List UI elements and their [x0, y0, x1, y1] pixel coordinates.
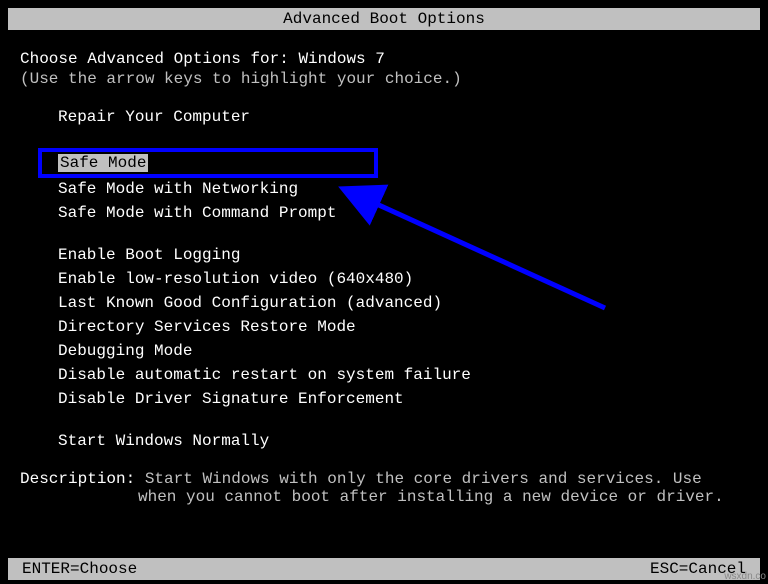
- menu-item-safemode-cmd[interactable]: Safe Mode with Command Prompt: [58, 202, 748, 224]
- menu-item-normal[interactable]: Start Windows Normally: [58, 430, 748, 452]
- boot-menu[interactable]: Repair Your Computer Safe Mode Safe Mode…: [20, 106, 748, 452]
- menu-item-repair[interactable]: Repair Your Computer: [58, 106, 748, 128]
- menu-item-safemode-net[interactable]: Safe Mode with Networking: [58, 178, 748, 200]
- watermark-text: wsxdn.co: [724, 571, 766, 582]
- description-block: Description: Start Windows with only the…: [20, 470, 748, 506]
- menu-item-lowres[interactable]: Enable low-resolution video (640x480): [58, 268, 748, 290]
- description-line2: when you cannot boot after installing a …: [20, 488, 748, 506]
- header-text: Choose Advanced Options for: Windows 7: [20, 50, 748, 68]
- footer-enter: ENTER=Choose: [22, 560, 137, 578]
- description-line1: Start Windows with only the core drivers…: [145, 470, 702, 488]
- footer-bar: ENTER=Choose ESC=Cancel: [8, 558, 760, 580]
- menu-item-noreboot[interactable]: Disable automatic restart on system fail…: [58, 364, 748, 386]
- menu-item-debug[interactable]: Debugging Mode: [58, 340, 748, 362]
- menu-item-dsrestore[interactable]: Directory Services Restore Mode: [58, 316, 748, 338]
- hint-text: (Use the arrow keys to highlight your ch…: [20, 70, 748, 88]
- menu-item-lkgc[interactable]: Last Known Good Configuration (advanced): [58, 292, 748, 314]
- menu-item-safemode-highlight[interactable]: Safe Mode: [38, 148, 378, 178]
- menu-item-nodriversig[interactable]: Disable Driver Signature Enforcement: [58, 388, 748, 410]
- content-area: Choose Advanced Options for: Windows 7 (…: [0, 30, 768, 526]
- title-bar: Advanced Boot Options: [8, 8, 760, 30]
- menu-item-safemode[interactable]: Safe Mode: [58, 154, 148, 172]
- description-label: Description:: [20, 470, 135, 488]
- menu-item-bootlog[interactable]: Enable Boot Logging: [58, 244, 748, 266]
- screen-title: Advanced Boot Options: [283, 10, 485, 28]
